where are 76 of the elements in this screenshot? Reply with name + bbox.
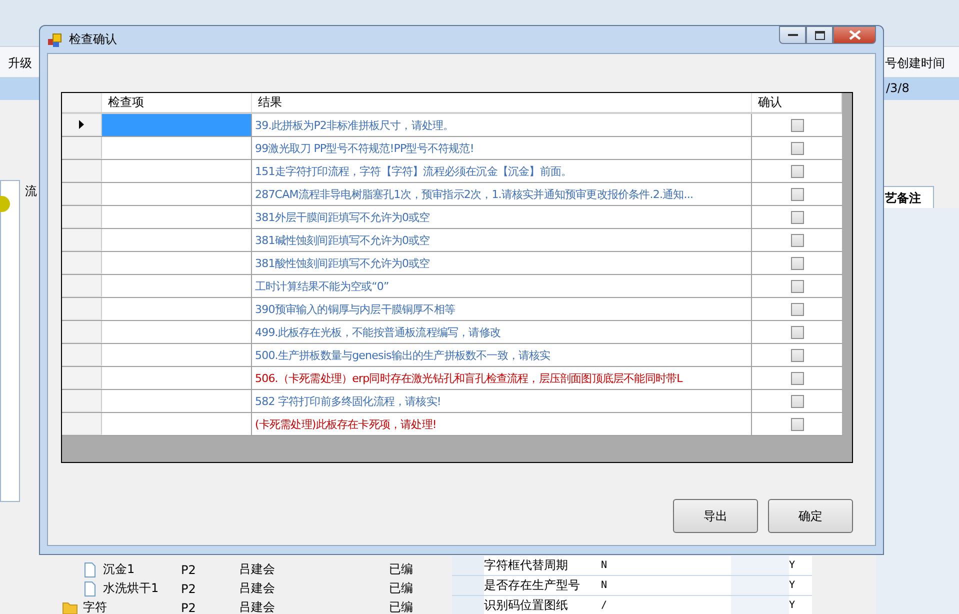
property-value: / xyxy=(601,600,608,611)
minimize-icon xyxy=(788,33,798,37)
tree-item[interactable]: 沉金1 xyxy=(103,561,135,578)
table-cell-text: 吕建会 xyxy=(239,599,276,614)
checkbox[interactable] xyxy=(790,394,804,408)
checkbox[interactable] xyxy=(790,280,804,292)
table-cell: 500.生产拼板数量与genesis输出的生产拼板数不一致，请核实 xyxy=(252,344,752,366)
property-name: 是否存在生产型号 xyxy=(484,577,581,594)
property-name: 字符框代替周期 xyxy=(484,557,569,574)
row-header xyxy=(452,576,484,595)
table-cell: 390预审输入的铜厚与内层干膜铜厚不相等 xyxy=(252,298,752,320)
table-cell: 287CAM流程非导电树脂塞孔1次，预审指示2次，1.请核实并通知预审更改报价条件.2.通知... xyxy=(252,183,752,205)
minimize-button[interactable] xyxy=(779,26,806,44)
column-header: 确认 xyxy=(752,93,842,112)
table-cell: 381酸性蚀刻间距填写不允许为0或空 xyxy=(252,252,752,274)
property-value: Y xyxy=(789,560,796,571)
dialog-button[interactable]: 导出 xyxy=(673,499,758,533)
column-header: 检查项 xyxy=(102,93,252,112)
table-cell: 381外层干膜间距填写不允许为0或空 xyxy=(252,206,752,228)
table-cell: 151走字符打印流程，字符【字符】流程必须在沉金【沉金】前面。 xyxy=(252,160,752,182)
property-name: 识别码位置图纸 xyxy=(484,597,569,614)
table-cell-text: P2 xyxy=(181,562,197,576)
property-value: N xyxy=(601,580,608,591)
table-cell-text: P2 xyxy=(181,582,197,596)
checkbox[interactable] xyxy=(790,234,804,246)
window-title: 检查确认 xyxy=(69,31,117,48)
table-cell[interactable] xyxy=(102,114,252,136)
table-cell: 506.（卡死需处理）erp同时存在激光钻孔和盲孔检查流程，层压剖面图顶底层不能同时带L xyxy=(252,367,752,389)
close-icon xyxy=(848,30,860,40)
checkbox[interactable] xyxy=(790,188,804,200)
table-cell: 39.此拼板为P2非标准拼板尺寸，请处理。 xyxy=(252,114,752,136)
table-cell xyxy=(731,596,789,614)
table-cell-text: 已编 xyxy=(389,580,414,597)
checkbox[interactable] xyxy=(790,256,804,270)
maximize-button[interactable] xyxy=(806,26,833,44)
tree-item[interactable]: 字符 xyxy=(83,599,107,614)
property-value: N xyxy=(601,560,608,571)
table-cell xyxy=(731,556,789,575)
column-header: 升级 xyxy=(8,55,32,72)
tree-item[interactable]: 水洗烘干1 xyxy=(103,580,159,597)
table-cell-text: P2 xyxy=(181,600,197,614)
checkbox[interactable] xyxy=(790,418,804,430)
checkbox[interactable] xyxy=(790,326,804,338)
table-cell: /3/8 xyxy=(886,81,910,95)
checkbox[interactable] xyxy=(790,302,804,316)
table-cell: 工时计算结果不能为空或“0” xyxy=(252,275,752,297)
table-cell xyxy=(731,576,789,595)
column-header: 号创建时间 xyxy=(885,55,945,72)
panel-label: 流 xyxy=(25,183,37,200)
checkbox[interactable] xyxy=(790,118,804,132)
document-icon xyxy=(82,562,98,578)
maximize-icon xyxy=(814,30,824,40)
dialog-button[interactable]: 确定 xyxy=(768,499,853,533)
table-cell: (卡死需处理)此板存在卡死项，请处理! xyxy=(252,413,752,435)
close-button[interactable] xyxy=(833,26,876,44)
checkbox[interactable] xyxy=(790,372,804,384)
app-icon xyxy=(47,32,63,48)
property-value: Y xyxy=(789,580,796,591)
table-cell: 99激光取刀 PP型号不符规范!PP型号不符规范! xyxy=(252,137,752,159)
table-cell-text: 已编 xyxy=(389,561,414,578)
document-icon xyxy=(82,580,98,596)
row-header xyxy=(452,556,484,575)
table-cell: 582 字符打印前多终固化流程，请核实! xyxy=(252,390,752,412)
table-cell-text: 吕建会 xyxy=(239,561,276,578)
checkbox[interactable] xyxy=(790,210,804,224)
checkbox[interactable] xyxy=(790,348,804,362)
table-cell-text: 吕建会 xyxy=(239,580,276,597)
checkbox[interactable] xyxy=(790,164,804,178)
column-header: 结果 xyxy=(252,93,752,112)
property-value: Y xyxy=(789,600,796,611)
table-cell-text: 已编 xyxy=(389,599,414,614)
row-header[interactable] xyxy=(62,114,102,136)
checkbox[interactable] xyxy=(790,142,804,154)
table-cell: 499.此板存在光板，不能按普通板流程编写，请修改 xyxy=(252,321,752,343)
table-cell: 381碱性蚀刻间距填写不允许为0或空 xyxy=(252,229,752,251)
folder-icon xyxy=(62,600,78,614)
